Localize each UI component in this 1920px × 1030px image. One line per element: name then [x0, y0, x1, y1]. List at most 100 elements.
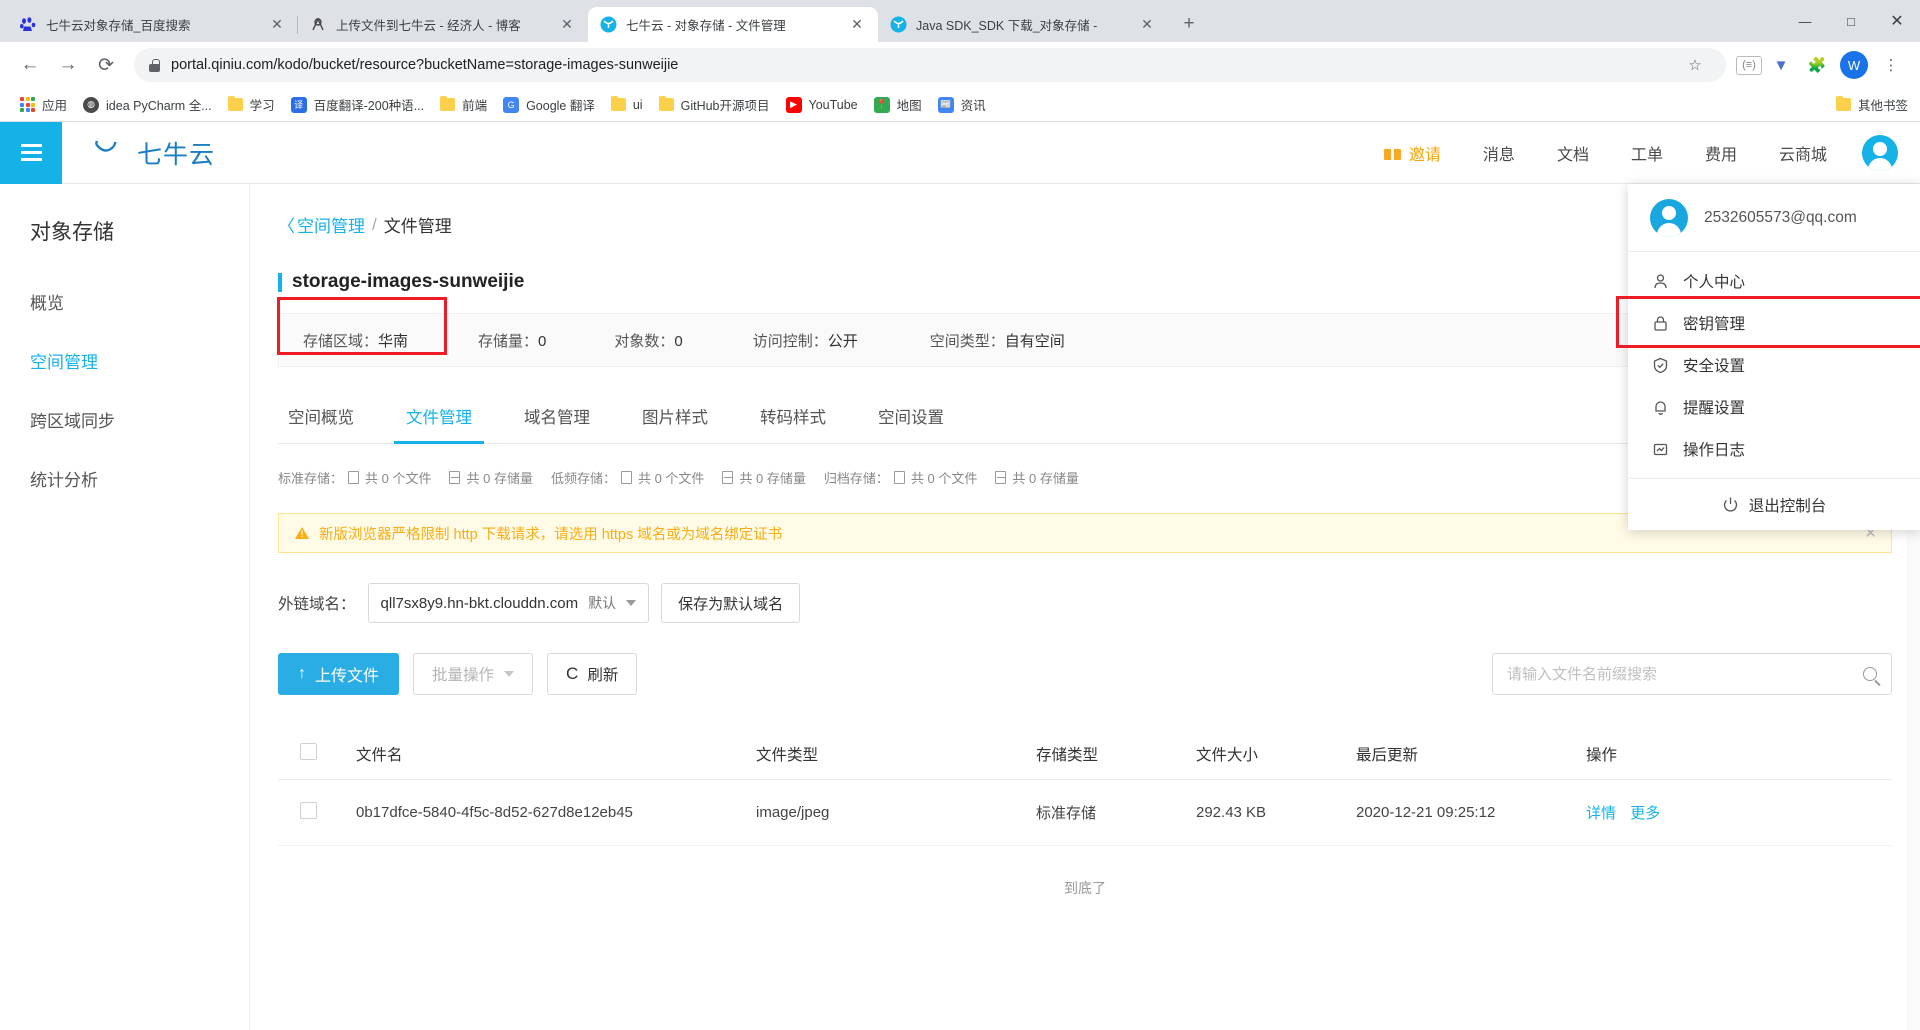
brand-logo-area[interactable]: 七牛云	[94, 135, 215, 171]
browser-tab-2[interactable]: 七牛云 - 对象存储 - 文件管理 ✕	[588, 7, 878, 42]
tab-bucket-settings[interactable]: 空间设置	[852, 395, 970, 443]
menu-item-operation-log[interactable]: 操作日志	[1628, 428, 1920, 470]
bookmark-github[interactable]: GitHub开源项目	[651, 91, 778, 118]
menu-item-notification-settings[interactable]: 提醒设置	[1628, 386, 1920, 428]
bookmark-news[interactable]: 📰 资讯	[930, 91, 994, 118]
menu-item-key-management[interactable]: 密钥管理	[1616, 296, 1920, 348]
database-icon	[995, 471, 1007, 484]
apps-grid-icon	[20, 97, 35, 112]
globe-icon: ◍	[83, 96, 100, 113]
bookmark-google-translate[interactable]: G Google 翻译	[495, 91, 603, 118]
search-input[interactable]	[1507, 665, 1863, 683]
bookmark-frontend[interactable]: 前端	[432, 91, 495, 118]
bookmark-maps[interactable]: 📍 地图	[866, 91, 930, 118]
menu-item-personal-center[interactable]: 个人中心	[1628, 260, 1920, 302]
other-bookmarks-button[interactable]: 其他书签	[1835, 95, 1908, 114]
star-icon[interactable]: ☆	[1678, 48, 1712, 82]
nav-tickets[interactable]: 工单	[1610, 122, 1684, 184]
maximize-button[interactable]: □	[1828, 0, 1874, 42]
menu-item-label: 提醒设置	[1683, 400, 1746, 417]
stat-label: 存储量：	[478, 332, 539, 350]
column-actions: 操作	[1586, 729, 1892, 780]
nav-billing[interactable]: 费用	[1684, 122, 1758, 184]
database-icon	[722, 471, 734, 484]
domain-select[interactable]: qll7sx8y9.hn-bkt.clouddn.com 默认	[367, 583, 650, 623]
bookmark-baidu-translate[interactable]: 译 百度翻译-200种语...	[283, 91, 432, 118]
tab-file-management[interactable]: 文件管理	[380, 395, 498, 444]
end-of-list-text: 到底了	[1064, 880, 1106, 896]
tab-bucket-overview[interactable]: 空间概览	[278, 395, 380, 443]
logout-button[interactable]: 退出控制台	[1628, 478, 1920, 530]
row-checkbox[interactable]	[300, 802, 317, 819]
close-icon[interactable]: ✕	[1136, 14, 1158, 36]
sidebar-item-cross-region-sync[interactable]: 跨区域同步	[0, 390, 249, 449]
tab-domain-management[interactable]: 域名管理	[498, 395, 616, 443]
bookmark-youtube[interactable]: ▶ YouTube	[778, 93, 866, 117]
puzzle-icon[interactable]: 🧩	[1800, 48, 1834, 82]
bell-icon	[1652, 399, 1669, 416]
breadcrumb-parent-link[interactable]: 〈空间管理	[278, 212, 365, 237]
sidebar-item-analytics[interactable]: 统计分析	[0, 449, 249, 508]
select-all-checkbox[interactable]	[300, 743, 317, 760]
stat-bucket-type: 空间类型：自有空间	[858, 330, 1065, 351]
nav-docs[interactable]: 文档	[1536, 122, 1610, 184]
stat-value: 0	[674, 332, 683, 350]
url-input[interactable]: portal.qiniu.com/kodo/bucket/resource?bu…	[134, 48, 1726, 82]
bookmark-ui[interactable]: ui	[603, 94, 651, 116]
search-icon[interactable]	[1863, 667, 1877, 681]
bookmark-label: 学习	[249, 99, 275, 113]
bookmark-study[interactable]: 学习	[220, 91, 283, 118]
bookmark-label: 应用	[42, 99, 68, 113]
table-row[interactable]: 0b17dfce-5840-4f5c-8d52-627d8e12eb45 ima…	[278, 779, 1892, 846]
close-window-button[interactable]: ✕	[1874, 0, 1920, 42]
sidebar-item-bucket-management[interactable]: 空间管理	[0, 331, 249, 390]
summary-text: 共 0 个文件	[365, 471, 432, 486]
vimium-icon[interactable]: ▼	[1764, 48, 1798, 82]
bookmark-label: ui	[632, 97, 643, 112]
cell-filetype: image/jpeg	[756, 779, 1036, 846]
nav-marketplace[interactable]: 云商城	[1758, 122, 1848, 184]
detail-link[interactable]: 详情	[1586, 805, 1616, 822]
minimize-button[interactable]: —	[1782, 0, 1828, 42]
browser-menu-icon[interactable]: ⋮	[1874, 48, 1908, 82]
tab-image-styles[interactable]: 图片样式	[616, 395, 734, 443]
search-box[interactable]	[1492, 653, 1892, 695]
menu-item-security-settings[interactable]: 安全设置	[1628, 344, 1920, 386]
close-icon[interactable]: ✕	[846, 14, 868, 36]
browser-tab-3[interactable]: Java SDK_SDK 下载_对象存储 - ✕	[878, 7, 1168, 42]
bookmark-pycharm[interactable]: ◍ idea PyCharm 全...	[75, 91, 220, 118]
menu-toggle-button[interactable]	[0, 122, 62, 184]
bookmark-label: 资讯	[960, 99, 986, 113]
sidebar-item-overview[interactable]: 概览	[0, 272, 249, 331]
refresh-button[interactable]: C 刷新	[547, 653, 638, 695]
menu-item-label: 安全设置	[1683, 358, 1746, 375]
baidu-icon	[20, 16, 37, 33]
user-avatar[interactable]	[1862, 134, 1898, 171]
profile-avatar[interactable]: W	[1840, 51, 1868, 79]
new-tab-button[interactable]: +	[1174, 9, 1204, 39]
extension-badge-icon[interactable]: (≡)	[1736, 55, 1762, 75]
close-icon[interactable]: ✕	[556, 14, 578, 36]
summary-infrequent-files: 共 0 个文件	[620, 468, 704, 487]
bookmark-apps[interactable]: 应用	[12, 91, 75, 118]
batch-operations-button[interactable]: 批量操作	[413, 653, 534, 695]
nav-messages[interactable]: 消息	[1462, 122, 1536, 184]
tab-transcode-styles[interactable]: 转码样式	[734, 395, 852, 443]
bookmarks-bar: 应用 ◍ idea PyCharm 全... 学习 译 百度翻译-200种语..…	[0, 88, 1920, 122]
browser-tab-1[interactable]: 上传文件到七牛云 - 经济人 - 博客 ✕	[298, 7, 588, 42]
save-default-domain-button[interactable]: 保存为默认域名	[661, 583, 801, 623]
tab-title: 上传文件到七牛云 - 经济人 - 博客	[336, 19, 521, 33]
summary-label-archive: 归档存储：	[823, 471, 889, 486]
tab-title: 七牛云 - 对象存储 - 文件管理	[626, 19, 786, 33]
close-icon[interactable]: ✕	[266, 14, 288, 36]
reload-icon[interactable]: ⟳	[88, 47, 124, 83]
forward-icon[interactable]: →	[50, 47, 86, 83]
nav-invite[interactable]: 邀请	[1363, 122, 1462, 184]
breadcrumb-separator: /	[372, 214, 377, 234]
back-icon[interactable]: ←	[12, 47, 48, 83]
browser-tab-0[interactable]: 七牛云对象存储_百度搜索 ✕	[8, 7, 298, 42]
upload-file-button[interactable]: ↑ 上传文件	[278, 653, 400, 695]
domain-default-tag: 默认	[588, 595, 617, 611]
file-icon	[893, 471, 905, 484]
more-link[interactable]: 更多	[1630, 805, 1660, 822]
